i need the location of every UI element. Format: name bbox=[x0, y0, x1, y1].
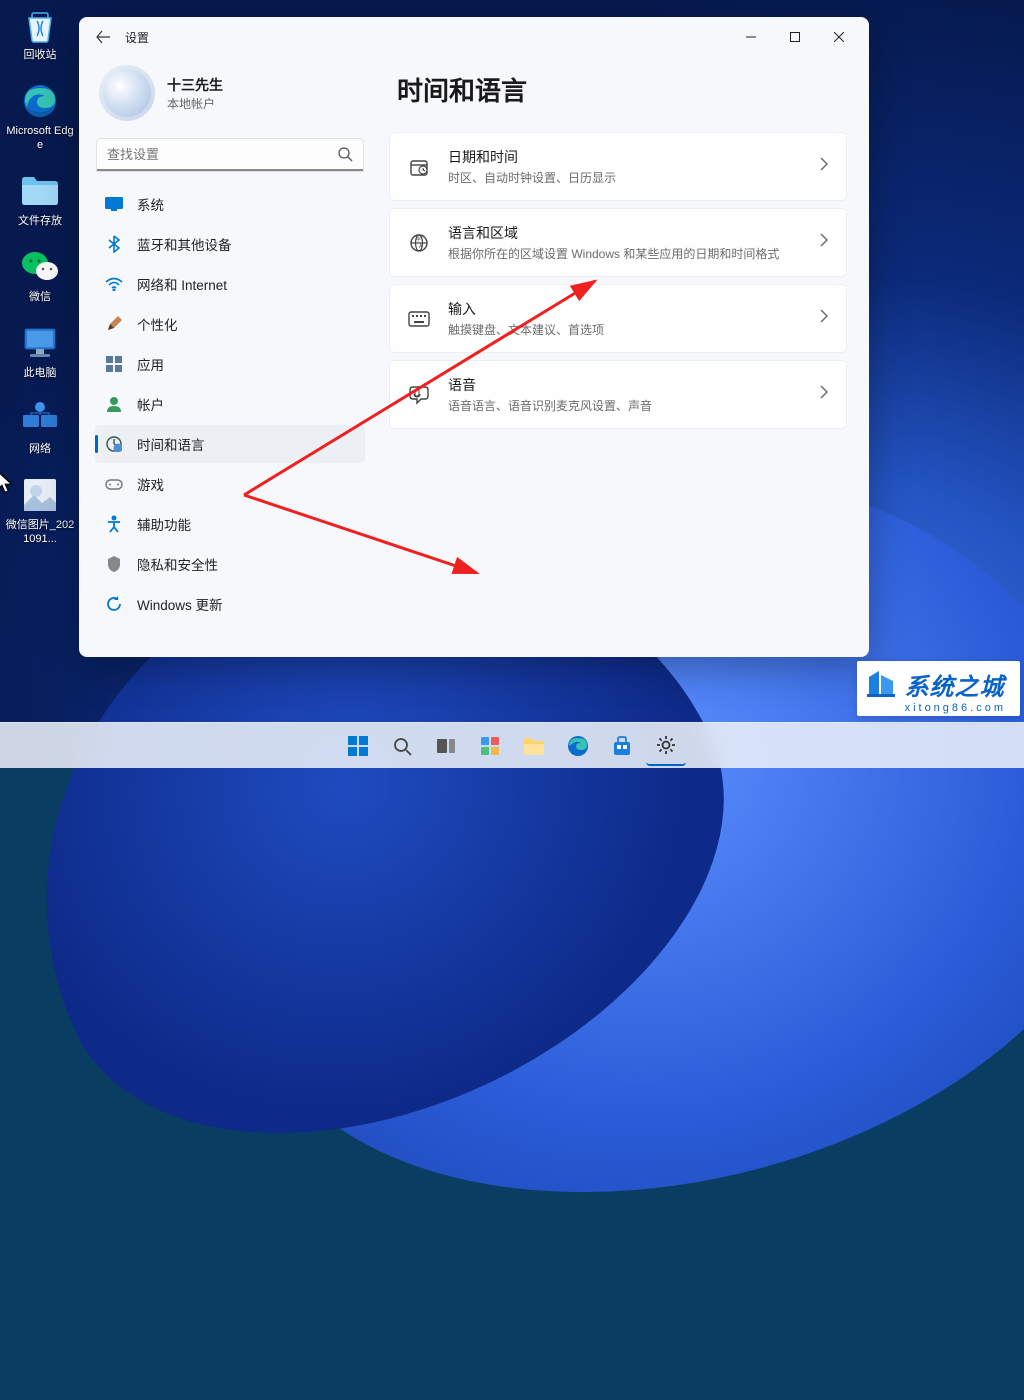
card-language-region[interactable]: 字A 语言和区域根据你所在的区域设置 Windows 和某些应用的日期和时间格式 bbox=[389, 208, 847, 277]
nav-label: 时间和语言 bbox=[137, 434, 205, 454]
taskbar-search-button[interactable] bbox=[382, 726, 422, 766]
accounts-icon bbox=[105, 395, 123, 413]
minimize-button[interactable] bbox=[729, 22, 773, 52]
widgets-button[interactable] bbox=[470, 726, 510, 766]
watermark-logo-icon bbox=[865, 667, 899, 701]
taskbar bbox=[0, 722, 1024, 768]
nav-item-privacy[interactable]: 隐私和安全性 bbox=[95, 545, 365, 583]
window-title: 设置 bbox=[125, 29, 149, 46]
nav-list: 系统蓝牙和其他设备网络和 Internet 个性化应用帐户时间和语言游戏辅助功能隐… bbox=[95, 185, 365, 623]
nav-item-system[interactable]: 系统 bbox=[95, 185, 365, 223]
chevron-right-icon bbox=[820, 309, 828, 328]
card-desc: 时区、自动时钟设置、日历显示 bbox=[448, 169, 802, 186]
nav-label: 系统 bbox=[137, 194, 164, 214]
desktop-icon-edge[interactable]: Microsoft Edge bbox=[3, 80, 77, 152]
nav-item-bluetooth[interactable]: 蓝牙和其他设备 bbox=[95, 225, 365, 263]
nav-label: 隐私和安全性 bbox=[137, 554, 218, 574]
desktop-icon-folder[interactable]: 文件存放 bbox=[3, 170, 77, 228]
explorer-button[interactable] bbox=[514, 726, 554, 766]
desktop-icon-network[interactable]: 网络 bbox=[3, 398, 77, 456]
typing-icon bbox=[408, 308, 430, 330]
nav-item-time-language[interactable]: 时间和语言 bbox=[95, 425, 365, 463]
nav-label: 游戏 bbox=[137, 474, 164, 494]
nav-item-personalization[interactable]: 个性化 bbox=[95, 305, 365, 343]
update-icon bbox=[105, 595, 123, 613]
desktop-icon-thispc[interactable]: 此电脑 bbox=[3, 322, 77, 380]
personalization-icon bbox=[105, 315, 123, 333]
card-title: 输入 bbox=[448, 299, 802, 319]
card-datetime[interactable]: 日期和时间时区、自动时钟设置、日历显示 bbox=[389, 132, 847, 201]
card-title: 语音 bbox=[448, 375, 802, 395]
card-typing[interactable]: 输入触摸键盘、文本建议、首选项 bbox=[389, 284, 847, 353]
svg-text:字: 字 bbox=[416, 236, 421, 243]
watermark-text: 系统之城 bbox=[905, 667, 1006, 702]
time-language-icon bbox=[105, 435, 123, 453]
titlebar: 设置 bbox=[79, 17, 869, 57]
store-button[interactable] bbox=[602, 726, 642, 766]
back-button[interactable] bbox=[87, 21, 119, 53]
nav-item-accessibility[interactable]: 辅助功能 bbox=[95, 505, 365, 543]
nav-label: 应用 bbox=[137, 354, 164, 374]
desktop-icon-wechat[interactable]: 微信 bbox=[3, 246, 77, 304]
card-desc: 触摸键盘、文本建议、首选项 bbox=[448, 321, 802, 338]
card-title: 日期和时间 bbox=[448, 147, 802, 167]
apps-icon bbox=[105, 355, 123, 373]
start-button[interactable] bbox=[338, 726, 378, 766]
page-title: 时间和语言 bbox=[397, 71, 847, 108]
watermark-url: xitong86.com bbox=[905, 702, 1006, 714]
task-view-button[interactable] bbox=[426, 726, 466, 766]
avatar bbox=[99, 65, 155, 121]
search-box[interactable] bbox=[97, 139, 363, 171]
nav-label: 辅助功能 bbox=[137, 514, 191, 534]
cards-list: 日期和时间时区、自动时钟设置、日历显示字A 语言和区域根据你所在的区域设置 Win… bbox=[389, 132, 847, 432]
bluetooth-icon bbox=[105, 235, 123, 253]
desktop-icons-column: 回收站 Microsoft Edge 文件存放 微信 此电脑 网络 微信图片_2… bbox=[0, 0, 80, 546]
privacy-icon bbox=[105, 555, 123, 573]
nav-label: 蓝牙和其他设备 bbox=[137, 234, 232, 254]
card-desc: 根据你所在的区域设置 Windows 和某些应用的日期和时间格式 bbox=[448, 245, 802, 262]
cursor-icon bbox=[0, 471, 15, 495]
profile-name: 十三先生 bbox=[167, 75, 223, 95]
network-icon bbox=[105, 275, 123, 293]
nav-label: 网络和 Internet bbox=[137, 274, 227, 294]
system-icon bbox=[105, 195, 123, 213]
nav-item-network[interactable]: 网络和 Internet bbox=[95, 265, 365, 303]
speech-icon bbox=[408, 384, 430, 406]
nav-label: Windows 更新 bbox=[137, 594, 223, 614]
profile-subtitle: 本地帐户 bbox=[167, 95, 223, 112]
watermark: 系统之城 xitong86.com bbox=[857, 661, 1020, 716]
card-title: 语言和区域 bbox=[448, 223, 802, 243]
nav-label: 帐户 bbox=[137, 394, 164, 414]
maximize-button[interactable] bbox=[773, 22, 817, 52]
profile-block[interactable]: 十三先生 本地帐户 bbox=[95, 57, 365, 139]
search-icon bbox=[337, 146, 353, 167]
card-desc: 语音语言、语音识别麦克风设置、声音 bbox=[448, 397, 802, 414]
chevron-right-icon bbox=[820, 157, 828, 176]
nav-item-gaming[interactable]: 游戏 bbox=[95, 465, 365, 503]
nav-label: 个性化 bbox=[137, 314, 178, 334]
nav-item-accounts[interactable]: 帐户 bbox=[95, 385, 365, 423]
accessibility-icon bbox=[105, 515, 123, 533]
datetime-icon bbox=[408, 156, 430, 178]
gaming-icon bbox=[105, 475, 123, 493]
chevron-right-icon bbox=[820, 385, 828, 404]
settings-window: 设置 十三先生 本地帐户 系统蓝牙和其他设备网络和 Internet 个性化应用帐… bbox=[79, 17, 869, 657]
chevron-right-icon bbox=[820, 233, 828, 252]
main-pane: 时间和语言 日期和时间时区、自动时钟设置、日历显示字A 语言和区域根据你所在的区域… bbox=[389, 57, 853, 641]
nav-item-apps[interactable]: 应用 bbox=[95, 345, 365, 383]
close-button[interactable] bbox=[817, 22, 861, 52]
settings-taskbar-button[interactable] bbox=[646, 726, 686, 766]
card-speech[interactable]: 语音语音语言、语音识别麦克风设置、声音 bbox=[389, 360, 847, 429]
language-region-icon: 字A bbox=[408, 232, 430, 254]
nav-item-update[interactable]: Windows 更新 bbox=[95, 585, 365, 623]
sidebar: 十三先生 本地帐户 系统蓝牙和其他设备网络和 Internet 个性化应用帐户时间… bbox=[95, 57, 365, 641]
edge-button[interactable] bbox=[558, 726, 598, 766]
search-input[interactable] bbox=[97, 139, 363, 171]
desktop-icon-recycle-bin[interactable]: 回收站 bbox=[3, 4, 77, 62]
